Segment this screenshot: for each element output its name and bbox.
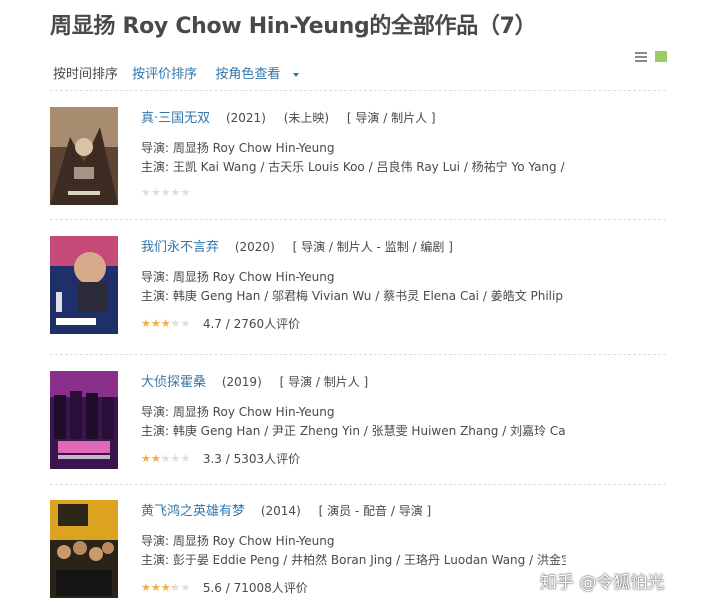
work-rating: ★★★★★★★★★★ 5.6 / 71008人评价 <box>141 579 308 596</box>
divider <box>50 354 666 355</box>
sort-by-time[interactable]: 按时间排序 <box>53 67 118 82</box>
work-title-link[interactable]: 大侦探霍桑 <box>141 375 206 390</box>
work-status: (未上映) <box>283 111 330 125</box>
view-by-role-dropdown[interactable]: 按角色查看 <box>215 67 300 82</box>
work-title-link[interactable]: 黄飞鸿之英雄有梦 <box>141 504 245 519</box>
work-director: 导演: 周显扬 Roy Chow Hin-Yeung <box>141 534 335 548</box>
work-year: (2014) <box>260 504 301 518</box>
work-cast: 主演: 韩庚 Geng Han / 尹正 Zheng Yin / 张慧雯 Hui… <box>141 424 566 438</box>
grid-view-icon[interactable] <box>655 51 667 62</box>
divider <box>50 219 666 220</box>
work-roles: [ 导演 / 制片人 - 监制 / 编剧 ] <box>292 240 453 254</box>
rating-text: 4.7 / 2760人评价 <box>202 317 301 331</box>
caret-down-icon <box>293 72 300 77</box>
rating-stars: ★★★★★★★★★★ <box>141 582 191 593</box>
work-director: 导演: 周显扬 Roy Chow Hin-Yeung <box>141 405 335 419</box>
work-year: (2020) <box>234 240 275 254</box>
work-director: 导演: 周显扬 Roy Chow Hin-Yeung <box>141 141 335 155</box>
poster-image[interactable] <box>50 236 118 334</box>
sort-by-rating-link[interactable]: 按评价排序 <box>132 67 197 82</box>
work-cast: 主演: 王凯 Kai Wang / 古天乐 Louis Koo / 吕良伟 Ra… <box>141 160 566 174</box>
work-roles: [ 导演 / 制片人 ] <box>279 375 369 389</box>
divider <box>50 90 666 91</box>
work-year: (2021) <box>225 111 266 125</box>
work-title-link[interactable]: 我们永不言弃 <box>141 240 219 255</box>
work-rating: ★★★★★★★★★★ <box>141 186 199 200</box>
rating-stars: ★★★★★★★★★★ <box>141 453 191 464</box>
work-rating: ★★★★★★★★★★ 4.7 / 2760人评价 <box>141 315 300 332</box>
list-view-icon[interactable] <box>635 52 647 62</box>
watermark: 知乎 @令狐怕光 <box>540 573 665 593</box>
work-roles: [ 演员 - 配音 / 导演 ] <box>318 504 432 518</box>
poster-image[interactable] <box>50 500 118 598</box>
sort-bar: 按时间排序 按评价排序 按角色查看 <box>53 63 309 82</box>
work-rating: ★★★★★★★★★★ 3.3 / 5303人评价 <box>141 450 300 467</box>
work-roles: [ 导演 / 制片人 ] <box>346 111 436 125</box>
work-cast: 主演: 韩庚 Geng Han / 邬君梅 Vivian Wu / 蔡书灵 El… <box>141 289 566 303</box>
work-year: (2019) <box>221 375 262 389</box>
page-title: 周显扬 Roy Chow Hin-Yeung的全部作品（7） <box>50 14 537 39</box>
rating-stars: ★★★★★★★★★★ <box>141 318 191 329</box>
rating-text: 5.6 / 71008人评价 <box>202 581 308 595</box>
work-cast: 主演: 彭于晏 Eddie Peng / 井柏然 Boran Jing / 王珞… <box>141 553 566 567</box>
poster-image[interactable] <box>50 107 118 205</box>
work-title-link[interactable]: 真·三国无双 <box>141 111 210 126</box>
rating-text: 3.3 / 5303人评价 <box>202 452 301 466</box>
divider <box>50 484 666 485</box>
poster-image[interactable] <box>50 371 118 469</box>
view-by-role-label: 按角色查看 <box>215 67 281 82</box>
rating-stars: ★★★★★★★★★★ <box>141 187 191 198</box>
work-director: 导演: 周显扬 Roy Chow Hin-Yeung <box>141 270 335 284</box>
